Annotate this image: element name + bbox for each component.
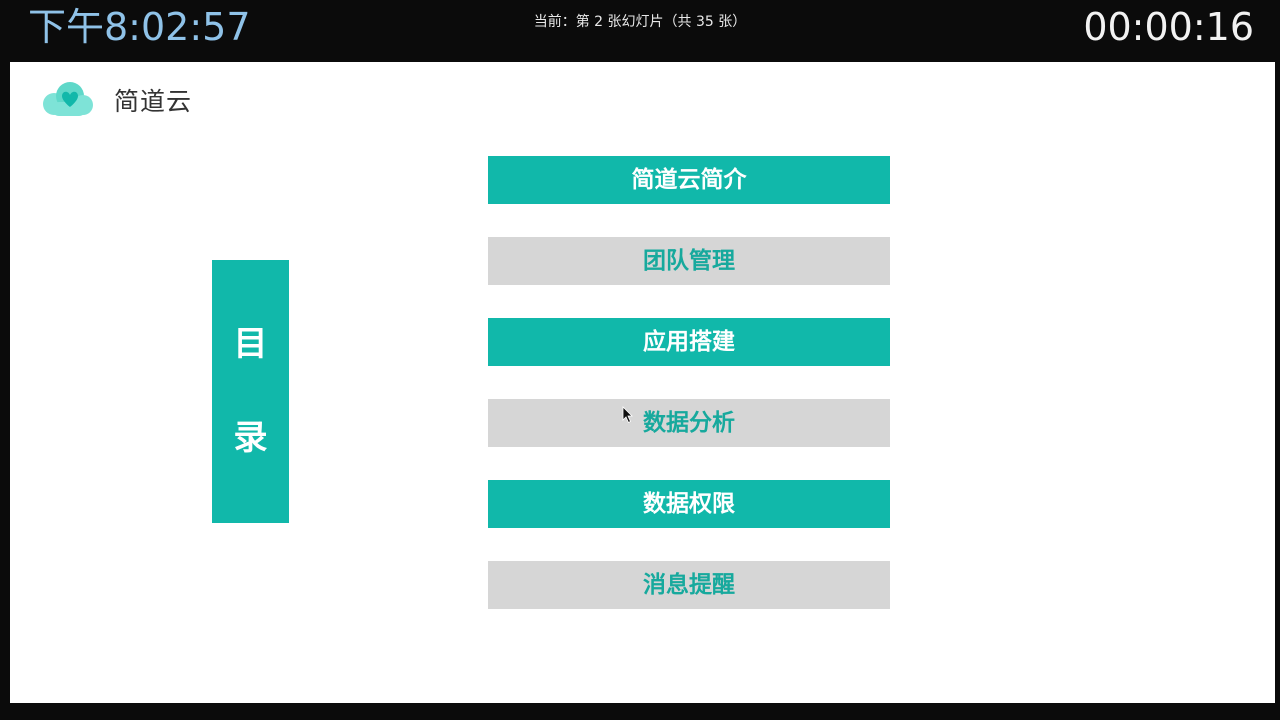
brand-logo: 简道云 [40,80,220,124]
toc-item-notifications[interactable]: 消息提醒 [488,561,890,609]
elapsed-timer: 00:00:16 [1083,5,1254,49]
toc-heading-char: 录 [233,418,268,458]
toc-item-intro[interactable]: 简道云简介 [488,156,890,204]
toc-item-data-analysis[interactable]: 数据分析 [488,399,890,447]
slide-canvas[interactable]: 简道云 目 录 简道云简介 团队管理 应用搭建 数据分析 数据权限 消息提醒 [10,62,1275,703]
mouse-pointer-icon [622,406,633,424]
cloud-heart-icon [43,82,93,116]
brand-name: 简道云 [114,87,193,116]
toc-item-team-management[interactable]: 团队管理 [488,237,890,285]
toc-heading-char: 目 [233,324,268,364]
toc-item-data-permissions[interactable]: 数据权限 [488,480,890,528]
toc-heading-block: 目 录 [212,260,289,523]
presenter-toolbar: 下午8:02:57 当前：第 2 张幻灯片（共 35 张） 00:00:16 [0,0,1280,62]
toc-item-app-building[interactable]: 应用搭建 [488,318,890,366]
